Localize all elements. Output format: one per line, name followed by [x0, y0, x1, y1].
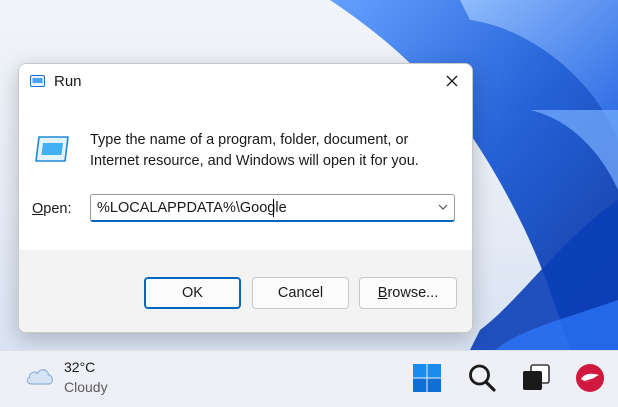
ok-button[interactable]: OK — [144, 277, 241, 309]
run-icon — [35, 136, 69, 162]
weather-condition: Cloudy — [64, 379, 108, 395]
dialog-footer: OK Cancel Browse... — [19, 250, 472, 332]
dialog-title: Run — [54, 73, 82, 90]
run-icon — [30, 75, 45, 87]
text-caret — [273, 199, 274, 217]
open-label: Open: — [32, 201, 72, 217]
windows-start-icon[interactable] — [411, 362, 443, 394]
close-button[interactable] — [438, 68, 466, 94]
open-input[interactable] — [97, 198, 417, 218]
cloud-icon[interactable] — [24, 363, 56, 387]
dialog-description: Type the name of a program, folder, docu… — [90, 130, 460, 172]
dialog-titlebar: Run — [19, 64, 472, 100]
weather-temperature: 32°C — [64, 359, 96, 375]
search-icon[interactable] — [466, 362, 498, 394]
app-icon[interactable] — [574, 362, 606, 394]
open-combobox[interactable] — [90, 194, 455, 222]
task-view-icon[interactable] — [520, 362, 552, 394]
chevron-down-icon[interactable] — [438, 203, 448, 211]
description-line-1: Type the name of a program, folder, docu… — [90, 132, 409, 148]
cancel-button[interactable]: Cancel — [252, 277, 349, 309]
description-line-2: Internet resource, and Windows will open… — [90, 153, 419, 169]
open-label-rest: pen: — [43, 201, 72, 217]
run-dialog: Run Type the name of a program, folder, … — [18, 63, 473, 333]
open-label-mnemonic: O — [32, 201, 44, 217]
browse-button[interactable]: Browse... — [359, 277, 457, 309]
close-icon — [446, 75, 458, 87]
browse-label-rest: rowse... — [387, 285, 439, 301]
taskbar: 32°C Cloudy — [0, 350, 618, 407]
browse-mnemonic: B — [377, 285, 388, 301]
